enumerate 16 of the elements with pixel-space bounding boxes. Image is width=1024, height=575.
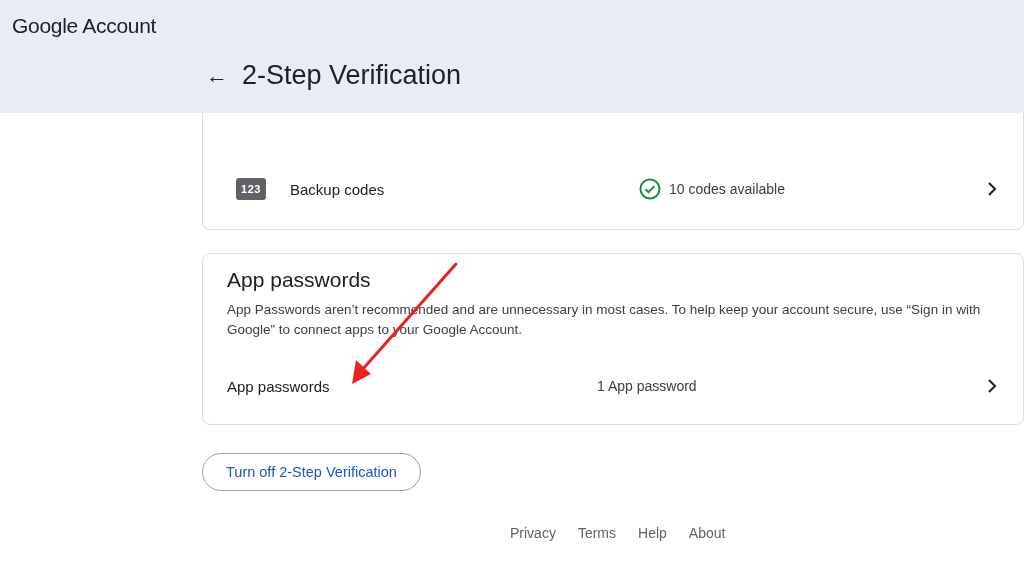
footer-link[interactable]: Privacy	[510, 525, 556, 541]
card-title: App passwords	[227, 268, 372, 292]
brand-logo[interactable]: Google Account	[12, 14, 157, 38]
footer-link[interactable]: About	[688, 525, 726, 541]
method-status: 10 codes available	[669, 181, 785, 197]
footer-link[interactable]: Terms	[577, 525, 617, 541]
method-label[interactable]: Backup codes	[290, 180, 639, 198]
chevron-right-icon	[987, 378, 997, 394]
back-button[interactable]: ←	[202, 62, 232, 89]
app-passwords-count: 1 App password	[597, 378, 698, 394]
footer-link[interactable]: Help	[638, 525, 667, 541]
chevron-right-icon	[987, 181, 997, 197]
page-title: 2-Step Verification	[242, 60, 462, 91]
code-icon: 123	[236, 178, 266, 200]
app-passwords-label[interactable]: App passwords	[227, 377, 597, 395]
turn-off-button[interactable]: Turn off 2-Step Verification	[202, 453, 421, 491]
